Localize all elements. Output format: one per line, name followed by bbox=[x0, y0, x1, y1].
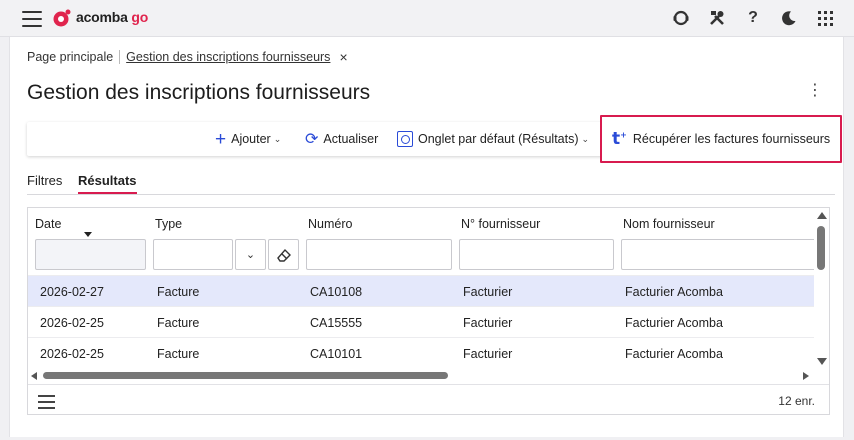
cell-supplier-no: Facturier bbox=[463, 347, 513, 361]
apps-grid-icon[interactable] bbox=[814, 7, 836, 29]
horizontal-scroll-thumb[interactable] bbox=[43, 372, 448, 379]
number-filter-input[interactable] bbox=[306, 239, 452, 270]
cell-date: 2026-02-27 bbox=[40, 285, 104, 299]
vertical-scroll-thumb[interactable] bbox=[817, 226, 825, 270]
cell-supplier-no: Facturier bbox=[463, 316, 513, 330]
breadcrumb-divider bbox=[119, 50, 121, 64]
chevron-down-icon: ⌄ bbox=[273, 133, 282, 144]
fetch-invoices-label: Récupérer les factures fournisseurs bbox=[632, 132, 831, 146]
vertical-scrollbar[interactable] bbox=[814, 208, 829, 398]
plus-icon: + bbox=[215, 128, 227, 150]
default-tab-button[interactable]: Onglet par défaut (Résultats) ⌄ bbox=[397, 122, 589, 156]
top-bar: acomba go ? bbox=[0, 0, 854, 37]
tab-filters[interactable]: Filtres bbox=[27, 173, 62, 192]
close-tab-icon[interactable]: × bbox=[339, 49, 347, 65]
cell-number: CA10108 bbox=[310, 285, 363, 299]
cell-supplier-no: Facturier bbox=[463, 285, 513, 299]
chevron-down-icon: ⌄ bbox=[581, 133, 590, 144]
cell-type: Facture bbox=[157, 316, 200, 330]
table-row[interactable]: 2026-02-25 Facture CA15555 Facturier Fac… bbox=[28, 306, 816, 337]
breadcrumb-current[interactable]: Gestion des inscriptions fournisseurs bbox=[126, 50, 330, 64]
cell-date: 2026-02-25 bbox=[40, 347, 104, 361]
breadcrumb: Page principale Gestion des inscriptions… bbox=[27, 49, 348, 65]
action-toolbar: + Ajouter ⌄ ⟳ Actualiser Onglet par défa… bbox=[27, 115, 843, 163]
date-filter-input[interactable] bbox=[35, 239, 146, 270]
supplier-no-filter-input[interactable] bbox=[459, 239, 614, 270]
column-header-number[interactable]: Numéro bbox=[308, 208, 352, 238]
chevron-down-icon[interactable]: ⌄ bbox=[235, 239, 266, 270]
dark-mode-icon[interactable] bbox=[778, 7, 800, 29]
app-logo-text: acomba go bbox=[76, 9, 149, 25]
scroll-up-icon[interactable] bbox=[817, 212, 827, 219]
tab-results[interactable]: Résultats bbox=[78, 173, 137, 194]
default-tab-label: Onglet par défaut (Résultats) bbox=[418, 132, 579, 146]
column-header-supplier-name[interactable]: Nom fournisseur bbox=[623, 208, 715, 238]
more-options-icon[interactable]: ⋮ bbox=[807, 83, 823, 99]
fetch-invoices-icon: t+ bbox=[612, 129, 627, 149]
tools-icon[interactable] bbox=[706, 7, 728, 29]
add-button[interactable]: + Ajouter ⌄ bbox=[215, 122, 281, 156]
cell-date: 2026-02-25 bbox=[40, 316, 104, 330]
scroll-left-icon[interactable] bbox=[31, 372, 37, 380]
fetch-invoices-button[interactable]: t+ Récupérer les factures fournisseurs bbox=[600, 115, 843, 163]
support-icon[interactable] bbox=[670, 7, 692, 29]
grid-footer: 12 enr. bbox=[28, 384, 829, 414]
main-panel: Page principale Gestion des inscriptions… bbox=[9, 37, 844, 437]
main-menu-icon[interactable] bbox=[22, 11, 42, 27]
cell-supplier-name: Facturier Acomba bbox=[625, 347, 723, 361]
cell-number: CA10101 bbox=[310, 347, 363, 361]
cell-number: CA15555 bbox=[310, 316, 363, 330]
add-button-label: Ajouter bbox=[231, 132, 271, 146]
cell-type: Facture bbox=[157, 285, 200, 299]
column-header-supplier-no[interactable]: N° fournisseur bbox=[461, 208, 540, 238]
page-title: Gestion des inscriptions fournisseurs bbox=[27, 81, 371, 104]
horizontal-scrollbar[interactable] bbox=[28, 368, 816, 383]
record-count: 12 enr. bbox=[778, 394, 815, 408]
scroll-down-icon[interactable] bbox=[817, 358, 827, 365]
breadcrumb-home[interactable]: Page principale bbox=[27, 50, 113, 64]
type-filter-input[interactable] bbox=[153, 239, 233, 270]
column-header-date[interactable]: Date bbox=[35, 208, 61, 238]
results-grid: Date Type Numéro N° fournisseur Nom four… bbox=[27, 207, 830, 415]
eraser-icon[interactable] bbox=[268, 239, 299, 270]
scroll-right-icon[interactable] bbox=[803, 372, 809, 380]
acomba-logo-icon bbox=[53, 9, 71, 27]
help-icon[interactable]: ? bbox=[742, 7, 764, 29]
cell-supplier-name: Facturier Acomba bbox=[625, 316, 723, 330]
table-row[interactable]: 2026-02-27 Facture CA10108 Facturier Fac… bbox=[28, 275, 816, 306]
cell-type: Facture bbox=[157, 347, 200, 361]
column-header-type[interactable]: Type bbox=[155, 208, 182, 238]
supplier-name-filter-input[interactable] bbox=[621, 239, 821, 270]
refresh-button-label: Actualiser bbox=[323, 132, 379, 146]
refresh-button[interactable]: ⟳ Actualiser bbox=[305, 122, 378, 156]
table-row[interactable]: 2026-02-25 Facture CA10101 Facturier Fac… bbox=[28, 337, 816, 368]
refresh-icon: ⟳ bbox=[305, 131, 319, 148]
tab-bar: Filtres Résultats bbox=[27, 173, 835, 195]
cell-supplier-name: Facturier Acomba bbox=[625, 285, 723, 299]
sort-descending-icon[interactable] bbox=[84, 232, 92, 237]
default-tab-icon bbox=[397, 131, 413, 147]
grid-menu-icon[interactable] bbox=[38, 395, 55, 413]
